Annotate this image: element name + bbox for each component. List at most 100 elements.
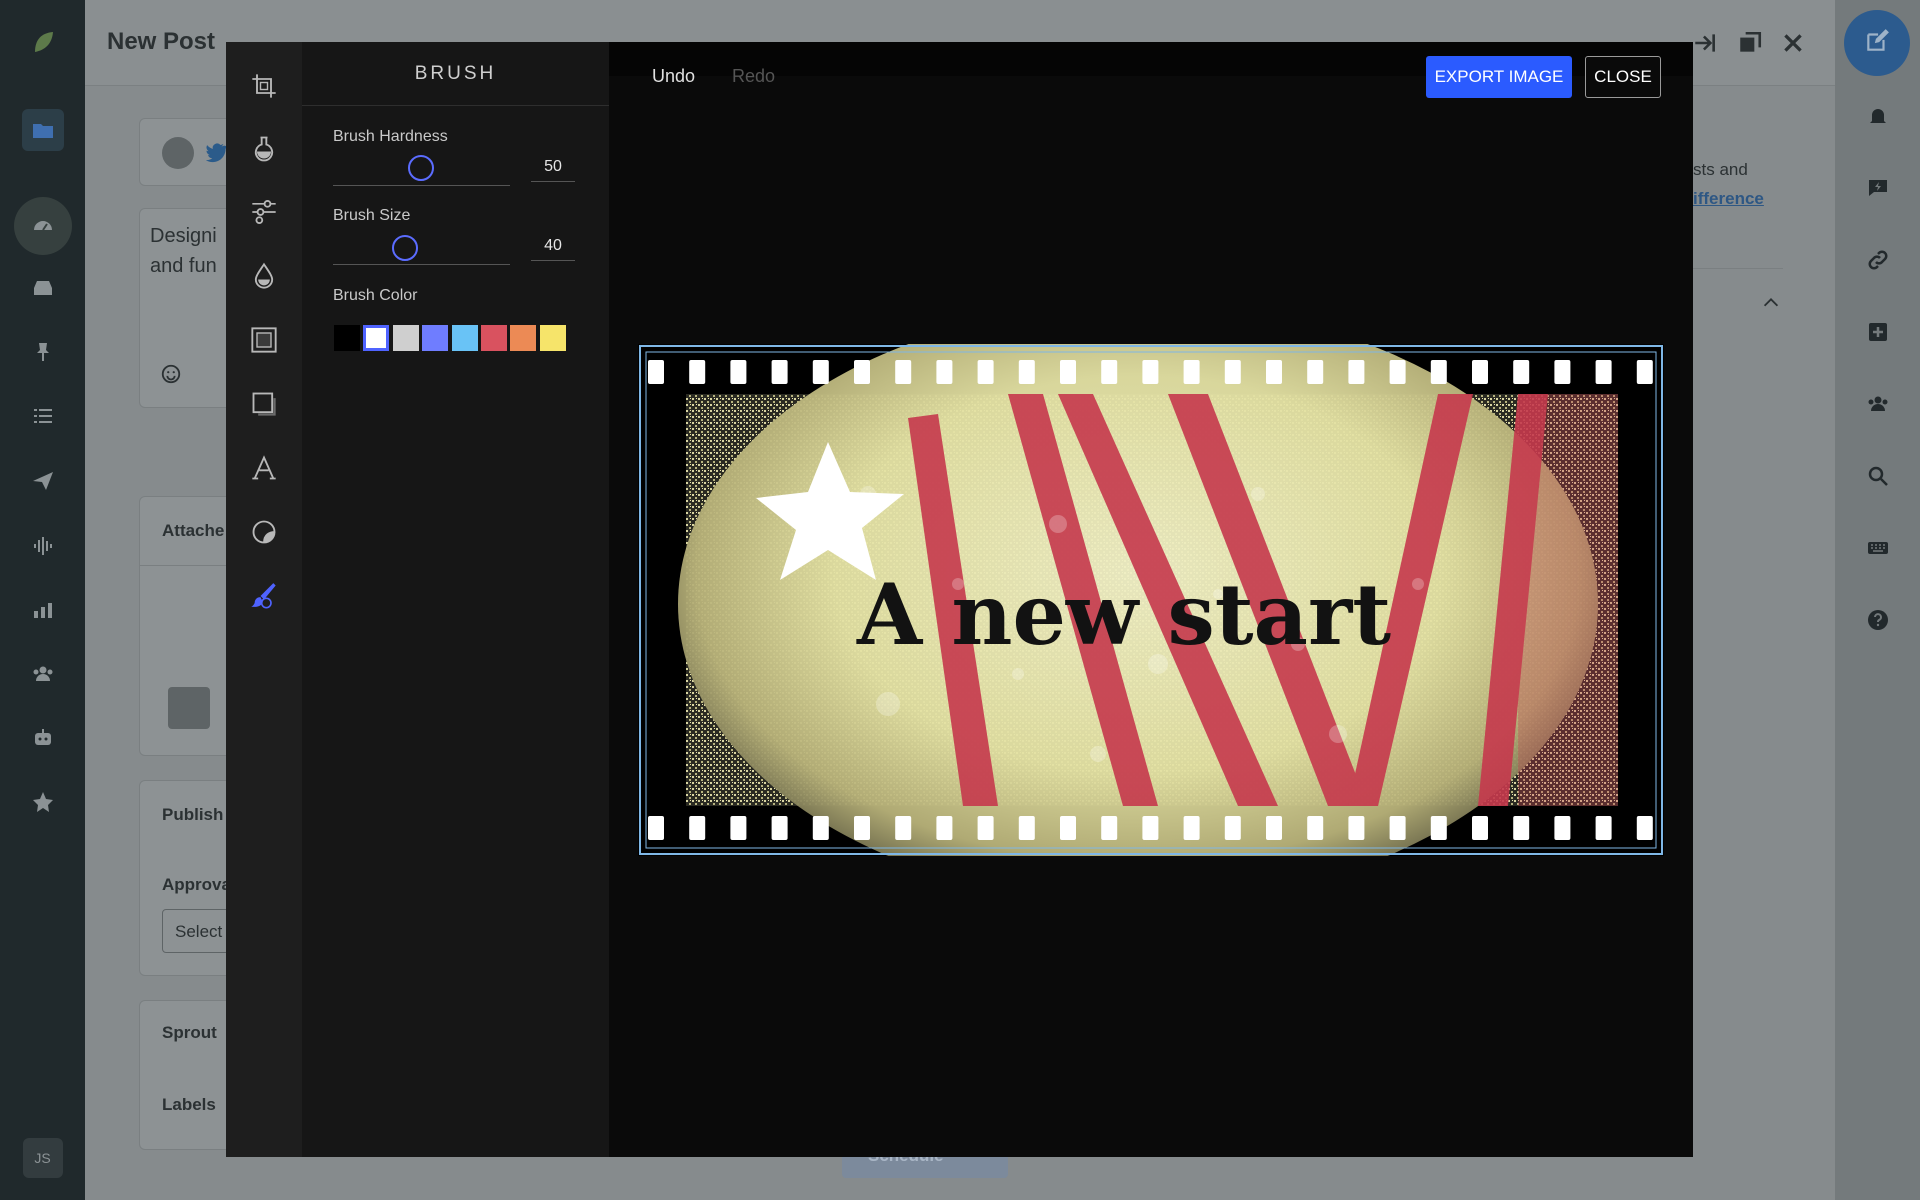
film-sprocket-hole xyxy=(1224,360,1241,384)
filter-icon[interactable] xyxy=(226,118,302,178)
film-sprocket-hole xyxy=(1183,360,1200,384)
keyboard-icon[interactable] xyxy=(1835,523,1920,573)
film-sprocket-hole xyxy=(1636,816,1653,840)
film-sprocket-hole xyxy=(689,816,706,840)
adjust-icon[interactable] xyxy=(226,182,302,242)
pin-icon[interactable] xyxy=(0,326,85,378)
brush-hardness-value[interactable]: 50 xyxy=(531,152,575,182)
sprout-logo-icon[interactable] xyxy=(0,16,85,68)
film-sprocket-hole xyxy=(730,360,747,384)
edited-image-graphic: A new start xyxy=(638,304,1664,904)
send-icon[interactable] xyxy=(0,455,85,507)
film-sprocket-hole xyxy=(1389,816,1406,840)
bell-icon[interactable] xyxy=(1835,91,1920,141)
film-sprocket-hole xyxy=(1389,360,1406,384)
twitter-icon xyxy=(204,141,228,168)
drop-icon[interactable] xyxy=(226,246,302,306)
color-swatch[interactable] xyxy=(451,325,478,351)
film-sprocket-hole xyxy=(1060,360,1076,384)
bot-icon[interactable] xyxy=(0,712,85,764)
color-swatch[interactable] xyxy=(363,325,390,351)
film-sprocket-hole xyxy=(1636,360,1653,384)
film-sprocket-hole xyxy=(1101,816,1118,840)
profile-avatar xyxy=(162,137,194,169)
brush-size-value[interactable]: 40 xyxy=(531,231,575,261)
overlay-icon[interactable] xyxy=(226,374,302,434)
film-sprocket-hole xyxy=(1595,816,1612,840)
film-sprocket-hole xyxy=(1183,816,1200,840)
film-sprocket-hole xyxy=(1554,816,1571,840)
redo-button[interactable]: Redo xyxy=(732,66,775,87)
edited-image[interactable]: A new start xyxy=(638,304,1664,904)
divider xyxy=(1693,268,1783,269)
text-icon[interactable] xyxy=(226,438,302,498)
user-avatar[interactable]: JS xyxy=(0,1132,85,1184)
color-swatch[interactable] xyxy=(392,325,419,351)
collapse-panel-icon[interactable] xyxy=(1692,30,1718,61)
brush-icon[interactable] xyxy=(226,566,302,626)
film-sprocket-hole xyxy=(1307,360,1324,384)
listening-icon[interactable] xyxy=(0,520,85,572)
activity-icon[interactable] xyxy=(1835,163,1920,213)
color-swatch[interactable] xyxy=(481,325,507,351)
color-swatch[interactable] xyxy=(510,325,537,351)
minimize-window-icon[interactable] xyxy=(1737,30,1763,61)
message-line-1: Designi xyxy=(150,225,217,247)
add-icon[interactable] xyxy=(1835,307,1920,357)
film-sprocket-hole xyxy=(854,816,870,840)
help-icon[interactable] xyxy=(1835,595,1920,645)
reports-icon[interactable] xyxy=(0,584,85,636)
page-title: New Post xyxy=(107,28,216,55)
chevron-up-icon[interactable] xyxy=(1760,292,1782,319)
close-compose-icon[interactable] xyxy=(1780,30,1806,61)
dashboard-icon[interactable] xyxy=(0,197,85,255)
message-line-2: and fun xyxy=(150,255,217,277)
link-icon[interactable] xyxy=(1835,235,1920,285)
film-sprocket-hole xyxy=(730,816,747,840)
sticker-icon[interactable] xyxy=(226,502,302,562)
attached-heading: Attache xyxy=(162,521,225,540)
close-editor-button[interactable]: CLOSE xyxy=(1585,56,1661,98)
people-icon[interactable] xyxy=(0,648,85,700)
slider-track xyxy=(333,264,510,265)
brush-hardness-slider[interactable] xyxy=(333,152,510,186)
emoji-icon[interactable] xyxy=(160,363,182,390)
folder-icon[interactable] xyxy=(0,104,85,156)
color-swatch[interactable] xyxy=(334,325,360,351)
film-sprocket-hole xyxy=(977,360,994,384)
film-sprocket-hole xyxy=(1266,816,1282,840)
undo-button[interactable]: Undo xyxy=(652,66,695,87)
compose-button[interactable] xyxy=(1844,10,1910,76)
film-sprocket-hole xyxy=(648,360,664,384)
brush-hardness-label: Brush Hardness xyxy=(333,128,448,145)
film-sprocket-hole xyxy=(1513,360,1530,384)
publish-heading: Publish xyxy=(162,805,224,824)
star-review-icon[interactable] xyxy=(0,776,85,828)
color-swatch[interactable] xyxy=(539,325,566,351)
crop-icon[interactable] xyxy=(226,56,302,116)
slider-knob[interactable] xyxy=(392,235,418,261)
film-sprocket-hole xyxy=(1060,816,1076,840)
film-sprocket-hole xyxy=(1472,360,1488,384)
film-sprocket-hole xyxy=(771,816,788,840)
film-sprocket-hole xyxy=(1142,816,1159,840)
brush-size-slider[interactable] xyxy=(333,231,510,265)
learn-more-link[interactable]: ifference xyxy=(1693,189,1764,209)
film-sprocket-hole xyxy=(1430,816,1447,840)
export-image-button[interactable]: EXPORT IMAGE xyxy=(1426,56,1572,98)
film-sprocket-hole xyxy=(1018,816,1035,840)
film-sprocket-hole xyxy=(936,816,953,840)
team-icon[interactable] xyxy=(1835,379,1920,429)
film-sprocket-hole xyxy=(854,360,870,384)
frame-icon[interactable] xyxy=(226,310,302,370)
search-icon[interactable] xyxy=(1835,451,1920,501)
slider-knob[interactable] xyxy=(408,155,434,181)
duplicate-icon[interactable] xyxy=(168,687,210,729)
left-navigation: JS xyxy=(0,0,85,1200)
brush-color-label: Brush Color xyxy=(333,287,418,304)
list-icon[interactable] xyxy=(0,390,85,442)
inbox-icon[interactable] xyxy=(0,262,85,314)
avatar-initials: JS xyxy=(22,1138,63,1178)
color-swatch[interactable] xyxy=(422,325,449,351)
film-sprocket-hole xyxy=(936,360,953,384)
